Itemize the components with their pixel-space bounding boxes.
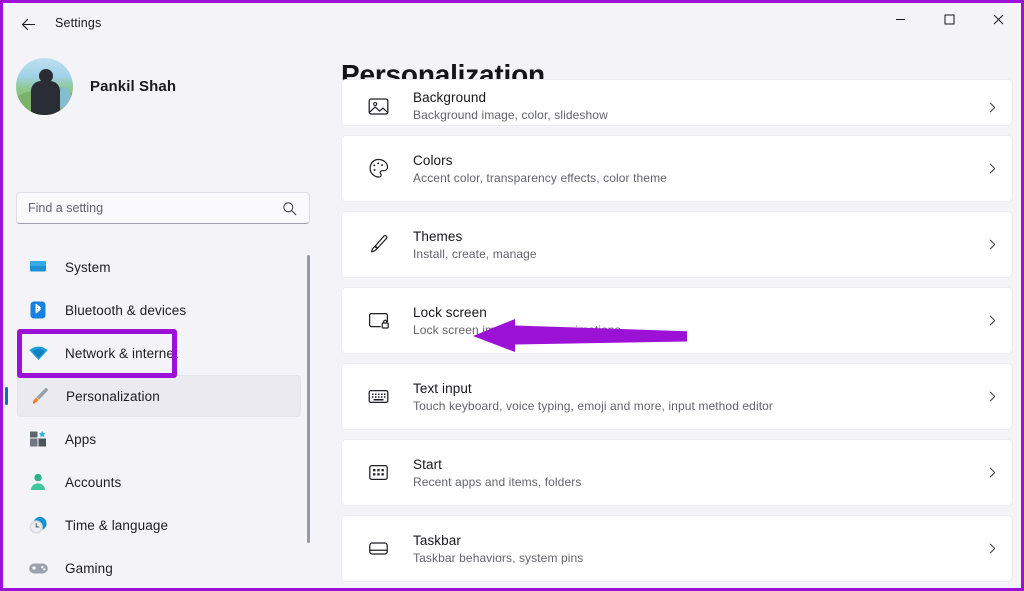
sidebar-item-label: Apps (65, 432, 96, 447)
sidebar-item-apps[interactable]: Apps (17, 418, 301, 460)
sidebar-item-label: Time & language (65, 518, 168, 533)
sidebar-scrollbar[interactable] (307, 255, 310, 543)
maximize-button[interactable] (926, 3, 972, 36)
card-subtitle: Install, create, manage (413, 246, 972, 262)
title-bar: Settings (3, 3, 1021, 43)
close-button[interactable] (975, 3, 1021, 36)
card-title: Taskbar (413, 532, 972, 549)
sidebar-item-label: Bluetooth & devices (65, 303, 186, 318)
avatar (16, 58, 73, 115)
settings-window: Settings (3, 3, 1021, 588)
sidebar-item-label: Accounts (65, 475, 121, 490)
annotation-frame: Settings (0, 0, 1024, 591)
card-title: Start (413, 456, 972, 473)
card-title: Themes (413, 228, 972, 245)
window-title: Settings (55, 16, 101, 30)
sidebar-item-label: Gaming (65, 561, 113, 576)
sidebar-item-gaming[interactable]: Gaming (17, 547, 301, 588)
sidebar-nav: System Bluetooth & devices (3, 246, 315, 588)
card-title: Text input (413, 380, 972, 397)
settings-card-list: Background Background image, color, slid… (341, 99, 1013, 588)
card-title: Background (413, 89, 972, 106)
keyboard-icon (365, 384, 391, 410)
chevron-right-icon[interactable] (972, 467, 1012, 478)
card-subtitle: Background image, color, slideshow (413, 107, 972, 123)
gamepad-icon (27, 557, 49, 579)
bluetooth-icon (27, 299, 49, 321)
sidebar-item-accounts[interactable]: Accounts (17, 461, 301, 503)
search-box[interactable] (16, 192, 310, 224)
profile-block[interactable]: Pankil Shah (16, 58, 176, 115)
settings-card-taskbar[interactable]: Taskbar Taskbar behaviors, system pins (341, 515, 1013, 582)
settings-card-lock-screen[interactable]: Lock screen Lock screen images, apps, an… (341, 287, 1013, 354)
back-arrow-icon (20, 16, 37, 33)
start-grid-icon (365, 460, 391, 486)
settings-card-start[interactable]: Start Recent apps and items, folders (341, 439, 1013, 506)
sidebar-item-personalization[interactable]: Personalization (17, 375, 301, 417)
sidebar-item-system[interactable]: System (17, 246, 301, 288)
card-subtitle: Lock screen images, apps, animations (413, 322, 972, 338)
chevron-right-icon[interactable] (972, 391, 1012, 402)
close-icon (993, 14, 1004, 25)
settings-card-text-input[interactable]: Text input Touch keyboard, voice typing,… (341, 363, 1013, 430)
sidebar-item-label: System (65, 260, 111, 275)
sidebar-item-label: Network & internet (65, 346, 178, 361)
card-subtitle: Touch keyboard, voice typing, emoji and … (413, 398, 972, 414)
card-subtitle: Taskbar behaviors, system pins (413, 550, 972, 566)
chevron-right-icon[interactable] (972, 315, 1012, 326)
sidebar: Pankil Shah System (3, 43, 315, 588)
card-subtitle: Accent color, transparency effects, colo… (413, 170, 972, 186)
settings-card-colors[interactable]: Colors Accent color, transparency effect… (341, 135, 1013, 202)
chevron-right-icon[interactable] (972, 163, 1012, 174)
sidebar-item-network-internet[interactable]: Network & internet (17, 332, 301, 374)
profile-name: Pankil Shah (90, 78, 176, 95)
clock-icon (27, 514, 49, 536)
image-icon (365, 93, 391, 119)
search-icon[interactable] (282, 201, 297, 221)
brush-icon (365, 232, 391, 258)
sidebar-item-bluetooth-devices[interactable]: Bluetooth & devices (17, 289, 301, 331)
card-title: Colors (413, 152, 972, 169)
sidebar-item-label: Personalization (66, 389, 160, 404)
card-title: Lock screen (413, 304, 972, 321)
chevron-right-icon[interactable] (972, 239, 1012, 250)
monitor-icon (27, 256, 49, 278)
chevron-right-icon[interactable] (972, 543, 1012, 554)
person-icon (27, 471, 49, 493)
paintbrush-icon (28, 385, 50, 407)
wifi-icon (27, 342, 49, 364)
settings-card-background[interactable]: Background Background image, color, slid… (341, 79, 1013, 126)
maximize-icon (944, 14, 955, 25)
settings-card-themes[interactable]: Themes Install, create, manage (341, 211, 1013, 278)
palette-icon (365, 156, 391, 182)
chevron-right-icon[interactable] (972, 102, 1012, 125)
minimize-icon (895, 14, 906, 25)
card-subtitle: Recent apps and items, folders (413, 474, 972, 490)
back-button[interactable] (11, 9, 45, 39)
search-input[interactable] (28, 201, 268, 215)
minimize-button[interactable] (877, 3, 923, 36)
taskbar-icon (365, 536, 391, 562)
main-content: Personalization Background Background im… (315, 43, 1021, 588)
apps-icon (27, 428, 49, 450)
sidebar-item-time-language[interactable]: Time & language (17, 504, 301, 546)
lock-screen-icon (365, 308, 391, 334)
